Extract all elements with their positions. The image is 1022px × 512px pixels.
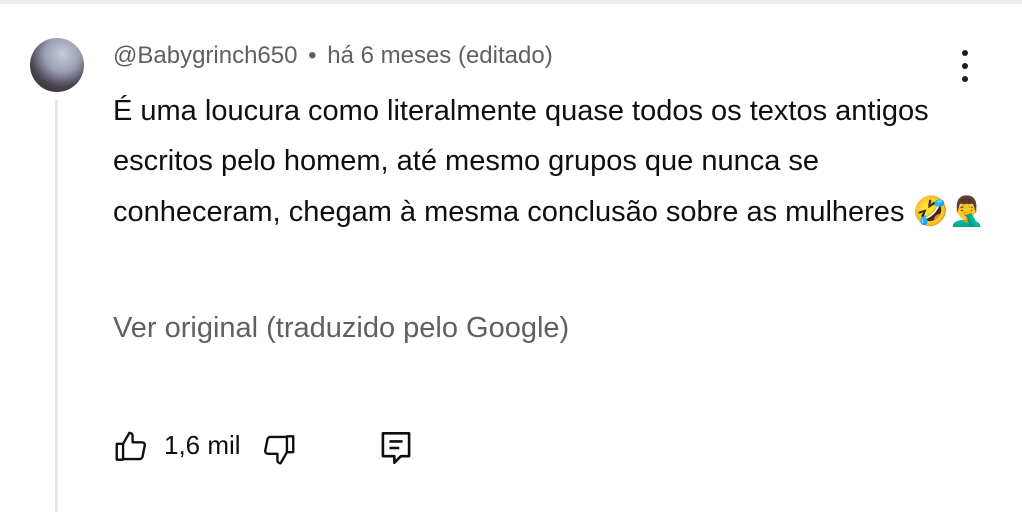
kebab-dot <box>962 50 968 56</box>
view-original-link[interactable]: Ver original (traduzido pelo Google) <box>113 312 569 345</box>
thumbs-up-icon[interactable] <box>112 428 150 466</box>
like-count: 1,6 mil <box>164 430 241 460</box>
author-name[interactable]: @Babygrinch650 <box>113 42 297 69</box>
thumbs-down-icon[interactable] <box>260 430 298 468</box>
comment-emojis: 🤣🤦‍♂️ <box>912 194 985 228</box>
kebab-dot <box>962 63 968 69</box>
kebab-dot <box>962 76 968 82</box>
meta-separator: • <box>308 42 317 69</box>
more-options-icon[interactable] <box>952 50 978 84</box>
comment-text: É uma loucura como literalmente quase to… <box>113 95 929 228</box>
reply-comment-icon[interactable] <box>378 428 414 468</box>
top-divider <box>0 0 1022 4</box>
avatar[interactable] <box>30 38 84 92</box>
comment-age[interactable]: há 6 meses (editado) <box>327 42 552 69</box>
comment-body: É uma loucura como literalmente quase to… <box>113 86 993 237</box>
thread-line <box>55 100 58 512</box>
comment-header: @Babygrinch650 • há 6 meses (editado) <box>113 42 553 70</box>
